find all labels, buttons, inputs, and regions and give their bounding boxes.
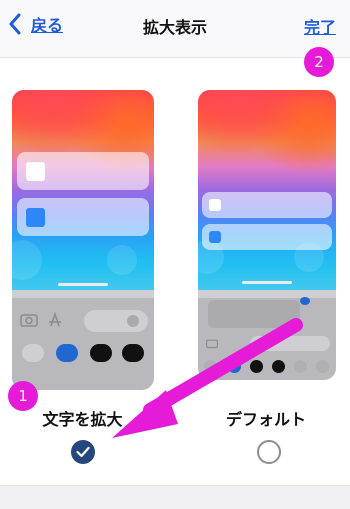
notification-widget [202,224,332,250]
annotation-badge-1: 1 [8,381,38,411]
notification-widget [17,152,149,190]
home-indicator [242,281,292,284]
navigation-bar: 戻る 拡大表示 完了 [0,0,350,58]
default-preview[interactable] [198,90,336,380]
input-row [12,310,154,332]
message-input [250,336,330,351]
app-dot [250,360,263,373]
widget-icon [209,199,221,211]
messages-keyboard [12,290,154,390]
message-bubble [208,300,300,328]
done-button[interactable]: 完了 [304,14,336,38]
messages-keyboard [198,290,336,380]
message-tail [300,297,310,305]
app-dot [316,360,329,373]
larger-text-label: 文字を拡大 [42,410,123,429]
widget-icon [26,208,45,227]
widget-icon [209,231,221,243]
audio-icon [127,315,139,327]
app-pill [122,344,144,362]
camera-icon [20,314,38,327]
checkmark-icon [76,446,90,458]
larger-text-radio-selected[interactable] [71,440,95,464]
wallpaper-bubble [107,245,137,275]
app-store-icon [49,311,61,327]
default-radio[interactable] [257,440,281,464]
notification-widget [17,198,149,236]
keyboard-top [12,290,154,298]
larger-text-preview[interactable] [12,90,154,390]
annotation-badge-2: 2 [304,47,334,77]
bottom-spacer [0,486,350,509]
widget-icon [26,162,45,181]
app-pill [22,344,44,362]
page-title: 拡大表示 [142,18,207,37]
app-dot [272,360,285,373]
app-dot [294,360,307,373]
app-drawer [12,344,154,364]
app-dot [204,360,217,373]
app-dot [228,360,241,373]
app-pill [90,344,112,362]
display-zoom-panel: 文字を拡大 デフォルト [0,58,350,486]
app-pill [56,344,78,362]
home-indicator [58,283,108,286]
notification-widget [202,192,332,218]
camera-icon [206,339,218,349]
keyboard-top [198,290,336,298]
default-label: デフォルト [225,410,306,429]
